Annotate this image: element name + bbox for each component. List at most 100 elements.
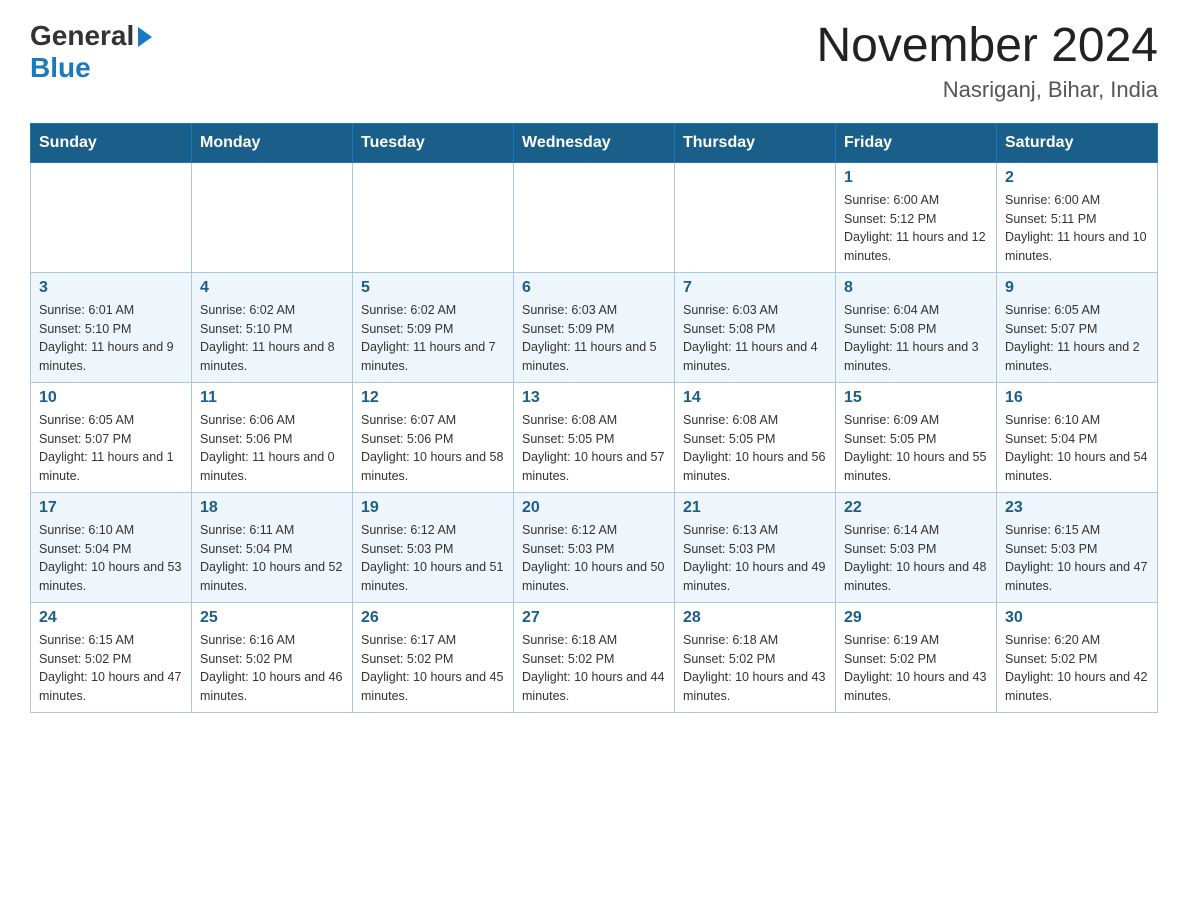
day-number: 3 [39,279,183,297]
day-info: Sunrise: 6:18 AMSunset: 5:02 PMDaylight:… [522,631,666,706]
day-info: Sunrise: 6:01 AMSunset: 5:10 PMDaylight:… [39,301,183,376]
day-info: Sunrise: 6:15 AMSunset: 5:02 PMDaylight:… [39,631,183,706]
day-number: 2 [1005,169,1149,187]
weekday-header-friday: Friday [836,123,997,162]
calendar-week-2: 3 Sunrise: 6:01 AMSunset: 5:10 PMDaylight… [31,272,1158,382]
day-number: 17 [39,499,183,517]
calendar-cell: 30Sunrise: 6:20 AMSunset: 5:02 PMDayligh… [997,602,1158,712]
logo-general-text: General [30,20,152,52]
day-number: 13 [522,389,666,407]
day-info: Sunrise: 6:08 AMSunset: 5:05 PMDaylight:… [683,411,827,486]
calendar-cell: 28 Sunrise: 6:18 AMSunset: 5:02 PMDayligh… [675,602,836,712]
day-number: 14 [683,389,827,407]
day-number: 29 [844,609,988,627]
weekday-header-thursday: Thursday [675,123,836,162]
calendar-cell: 2 Sunrise: 6:00 AMSunset: 5:11 PMDaylight… [997,162,1158,272]
location-text: Nasriganj, Bihar, India [816,77,1158,103]
day-info: Sunrise: 6:09 AMSunset: 5:05 PMDaylight:… [844,411,988,486]
day-info: Sunrise: 6:00 AMSunset: 5:11 PMDaylight:… [1005,191,1149,266]
calendar-cell [675,162,836,272]
day-info: Sunrise: 6:02 AMSunset: 5:10 PMDaylight:… [200,301,344,376]
calendar-cell: 27 Sunrise: 6:18 AMSunset: 5:02 PMDayligh… [514,602,675,712]
logo: General Blue [30,20,152,84]
day-info: Sunrise: 6:10 AMSunset: 5:04 PMDaylight:… [39,521,183,596]
day-info: Sunrise: 6:02 AMSunset: 5:09 PMDaylight:… [361,301,505,376]
calendar-cell: 18Sunrise: 6:11 AMSunset: 5:04 PMDayligh… [192,492,353,602]
day-number: 27 [522,609,666,627]
day-number: 15 [844,389,988,407]
day-number: 30 [1005,609,1149,627]
month-title: November 2024 [816,20,1158,73]
calendar-week-1: 1Sunrise: 6:00 AMSunset: 5:12 PMDaylight… [31,162,1158,272]
logo-triangle-icon [138,27,152,47]
day-number: 5 [361,279,505,297]
day-number: 19 [361,499,505,517]
weekday-header-tuesday: Tuesday [353,123,514,162]
day-info: Sunrise: 6:06 AMSunset: 5:06 PMDaylight:… [200,411,344,486]
calendar-cell [31,162,192,272]
calendar-cell: 6Sunrise: 6:03 AMSunset: 5:09 PMDaylight… [514,272,675,382]
calendar-cell: 5 Sunrise: 6:02 AMSunset: 5:09 PMDaylight… [353,272,514,382]
day-info: Sunrise: 6:05 AMSunset: 5:07 PMDaylight:… [39,411,183,486]
day-number: 11 [200,389,344,407]
day-info: Sunrise: 6:13 AMSunset: 5:03 PMDaylight:… [683,521,827,596]
calendar-cell: 20 Sunrise: 6:12 AMSunset: 5:03 PMDayligh… [514,492,675,602]
calendar-cell: 29Sunrise: 6:19 AMSunset: 5:02 PMDayligh… [836,602,997,712]
day-number: 21 [683,499,827,517]
calendar-cell [514,162,675,272]
day-info: Sunrise: 6:14 AMSunset: 5:03 PMDaylight:… [844,521,988,596]
day-number: 4 [200,279,344,297]
day-number: 26 [361,609,505,627]
day-number: 7 [683,279,827,297]
calendar-week-4: 17 Sunrise: 6:10 AMSunset: 5:04 PMDayligh… [31,492,1158,602]
calendar-cell: 9 Sunrise: 6:05 AMSunset: 5:07 PMDaylight… [997,272,1158,382]
day-info: Sunrise: 6:15 AMSunset: 5:03 PMDaylight:… [1005,521,1149,596]
day-info: Sunrise: 6:16 AMSunset: 5:02 PMDaylight:… [200,631,344,706]
day-number: 9 [1005,279,1149,297]
day-number: 18 [200,499,344,517]
day-info: Sunrise: 6:04 AMSunset: 5:08 PMDaylight:… [844,301,988,376]
day-info: Sunrise: 6:12 AMSunset: 5:03 PMDaylight:… [361,521,505,596]
calendar-cell: 17 Sunrise: 6:10 AMSunset: 5:04 PMDayligh… [31,492,192,602]
day-number: 25 [200,609,344,627]
calendar-cell: 7 Sunrise: 6:03 AMSunset: 5:08 PMDaylight… [675,272,836,382]
day-info: Sunrise: 6:07 AMSunset: 5:06 PMDaylight:… [361,411,505,486]
day-info: Sunrise: 6:05 AMSunset: 5:07 PMDaylight:… [1005,301,1149,376]
calendar-cell: 25 Sunrise: 6:16 AMSunset: 5:02 PMDayligh… [192,602,353,712]
weekday-header-sunday: Sunday [31,123,192,162]
logo-blue-text: Blue [30,52,91,84]
day-info: Sunrise: 6:12 AMSunset: 5:03 PMDaylight:… [522,521,666,596]
calendar-cell: 12Sunrise: 6:07 AMSunset: 5:06 PMDayligh… [353,382,514,492]
day-info: Sunrise: 6:18 AMSunset: 5:02 PMDaylight:… [683,631,827,706]
calendar-cell: 24 Sunrise: 6:15 AMSunset: 5:02 PMDayligh… [31,602,192,712]
weekday-header-wednesday: Wednesday [514,123,675,162]
day-number: 24 [39,609,183,627]
calendar-cell: 15 Sunrise: 6:09 AMSunset: 5:05 PMDayligh… [836,382,997,492]
day-number: 28 [683,609,827,627]
calendar-cell: 23 Sunrise: 6:15 AMSunset: 5:03 PMDayligh… [997,492,1158,602]
calendar-table: SundayMondayTuesdayWednesdayThursdayFrid… [30,123,1158,713]
weekday-header-saturday: Saturday [997,123,1158,162]
day-number: 20 [522,499,666,517]
weekday-header-monday: Monday [192,123,353,162]
day-info: Sunrise: 6:00 AMSunset: 5:12 PMDaylight:… [844,191,988,266]
calendar-cell: 22 Sunrise: 6:14 AMSunset: 5:03 PMDayligh… [836,492,997,602]
calendar-week-5: 24 Sunrise: 6:15 AMSunset: 5:02 PMDayligh… [31,602,1158,712]
day-number: 23 [1005,499,1149,517]
day-number: 8 [844,279,988,297]
calendar-cell: 26Sunrise: 6:17 AMSunset: 5:02 PMDayligh… [353,602,514,712]
day-number: 6 [522,279,666,297]
day-info: Sunrise: 6:08 AMSunset: 5:05 PMDaylight:… [522,411,666,486]
calendar-cell: 21 Sunrise: 6:13 AMSunset: 5:03 PMDayligh… [675,492,836,602]
day-number: 22 [844,499,988,517]
calendar-cell: 1Sunrise: 6:00 AMSunset: 5:12 PMDaylight… [836,162,997,272]
calendar-cell: 19 Sunrise: 6:12 AMSunset: 5:03 PMDayligh… [353,492,514,602]
day-number: 16 [1005,389,1149,407]
calendar-week-3: 10 Sunrise: 6:05 AMSunset: 5:07 PMDayligh… [31,382,1158,492]
calendar-cell: 11 Sunrise: 6:06 AMSunset: 5:06 PMDayligh… [192,382,353,492]
calendar-cell: 16Sunrise: 6:10 AMSunset: 5:04 PMDayligh… [997,382,1158,492]
calendar-cell: 8 Sunrise: 6:04 AMSunset: 5:08 PMDaylight… [836,272,997,382]
day-info: Sunrise: 6:03 AMSunset: 5:08 PMDaylight:… [683,301,827,376]
day-number: 10 [39,389,183,407]
calendar-cell [353,162,514,272]
